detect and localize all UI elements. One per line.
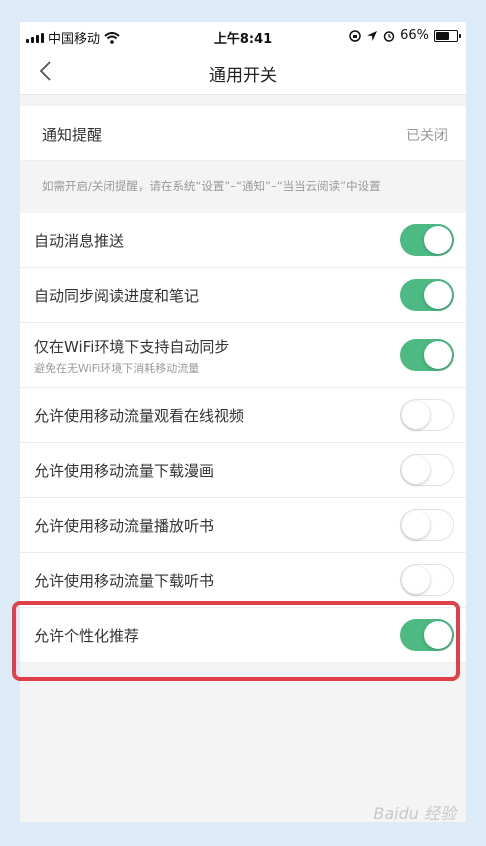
toggle-knob xyxy=(424,226,452,254)
alarm-icon xyxy=(383,30,395,42)
settings-list: 自动消息推送 自动同步阅读进度和笔记 仅在WiFi环境下支持自动同步 避免在无W… xyxy=(20,213,466,663)
highlight-box xyxy=(12,601,460,681)
rotation-lock-icon xyxy=(349,29,361,42)
notification-value: 已关闭 xyxy=(406,128,448,144)
notification-row[interactable]: 通知提醒 已关闭 xyxy=(20,106,466,161)
toggle-knob xyxy=(424,281,452,309)
setting-row: 自动同步阅读进度和笔记 xyxy=(20,268,466,323)
battery-fill xyxy=(436,31,450,40)
setting-label: 允许使用移动流量下载漫画 xyxy=(34,462,215,480)
page-title: 通用开关 xyxy=(209,66,277,86)
location-icon xyxy=(367,30,378,41)
setting-label: 仅在WiFi环境下支持自动同步 xyxy=(34,338,230,356)
toggle-knob xyxy=(402,401,430,429)
watermark-logo: Baidu 经验 xyxy=(373,804,456,822)
toggle-knob xyxy=(402,511,430,539)
setting-toggle[interactable] xyxy=(400,509,454,541)
setting-toggle[interactable] xyxy=(400,224,454,256)
setting-label: 自动同步阅读进度和笔记 xyxy=(34,287,200,305)
setting-row: 允许使用移动流量播放听书 xyxy=(20,498,466,553)
setting-row: 允许使用移动流量观看在线视频 xyxy=(20,388,466,443)
setting-label: 自动消息推送 xyxy=(34,232,125,250)
status-bar: 中国移动 上午8:41 66% xyxy=(20,22,466,50)
setting-label: 允许使用移动流量观看在线视频 xyxy=(34,407,245,425)
setting-sublabel: 避免在无WiFi环境下消耗移动流量 xyxy=(34,362,200,375)
nav-bar: 通用开关 xyxy=(20,50,466,95)
toggle-knob xyxy=(402,456,430,484)
battery-percent: 66% xyxy=(400,28,429,43)
toggle-knob xyxy=(402,566,430,594)
setting-row: 自动消息推送 xyxy=(20,213,466,268)
setting-toggle[interactable] xyxy=(400,454,454,486)
notification-label: 通知提醒 xyxy=(42,126,103,144)
setting-toggle[interactable] xyxy=(400,399,454,431)
setting-toggle[interactable] xyxy=(400,339,454,371)
setting-row: 允许使用移动流量下载听书 xyxy=(20,553,466,608)
setting-row: 允许使用移动流量下载漫画 xyxy=(20,443,466,498)
setting-toggle[interactable] xyxy=(400,564,454,596)
setting-label: 允许使用移动流量播放听书 xyxy=(34,517,215,535)
battery-icon xyxy=(434,29,461,42)
phone-screen: 中国移动 上午8:41 66% 通用开关 通知提醒 已关闭 如需开启/关闭提醒，… xyxy=(20,22,466,822)
notification-hint: 如需开启/关闭提醒，请在系统“设置”–“通知”–“当当云阅读”中设置 xyxy=(42,179,381,193)
status-right: 66% xyxy=(349,28,461,43)
toggle-knob xyxy=(424,341,452,369)
setting-label: 允许使用移动流量下载听书 xyxy=(34,572,215,590)
setting-toggle[interactable] xyxy=(400,279,454,311)
setting-row: 仅在WiFi环境下支持自动同步 避免在无WiFi环境下消耗移动流量 xyxy=(20,323,466,388)
